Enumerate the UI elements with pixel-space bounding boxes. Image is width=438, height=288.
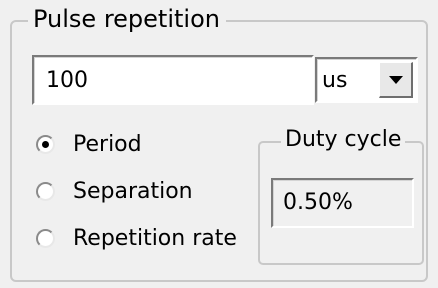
pulse-repetition-panel: Pulse repetition us Period Separation Re… [0, 0, 438, 288]
pulse-value-input[interactable] [32, 55, 314, 105]
duty-cycle-value: 0.50% [283, 190, 353, 215]
dropdown-button[interactable] [379, 62, 413, 98]
radio-label-period: Period [73, 131, 142, 157]
radio-label-repetition-rate: Repetition rate [73, 225, 237, 251]
unit-dropdown[interactable]: us [315, 57, 418, 103]
duty-cycle-field: 0.50% [271, 178, 414, 228]
radio-button-icon[interactable] [36, 228, 55, 248]
pulse-repetition-title: Pulse repetition [28, 3, 226, 35]
radio-selected-dot [42, 140, 49, 148]
radio-label-separation: Separation [73, 178, 193, 204]
radio-period[interactable]: Period [36, 128, 142, 160]
radio-button-icon[interactable] [36, 134, 55, 154]
unit-selected-value: us [322, 68, 348, 93]
duty-cycle-title: Duty cycle [281, 124, 406, 156]
radio-repetition-rate[interactable]: Repetition rate [36, 222, 237, 254]
chevron-down-icon [389, 76, 403, 84]
radio-separation[interactable]: Separation [36, 175, 193, 207]
radio-button-icon[interactable] [36, 181, 55, 201]
